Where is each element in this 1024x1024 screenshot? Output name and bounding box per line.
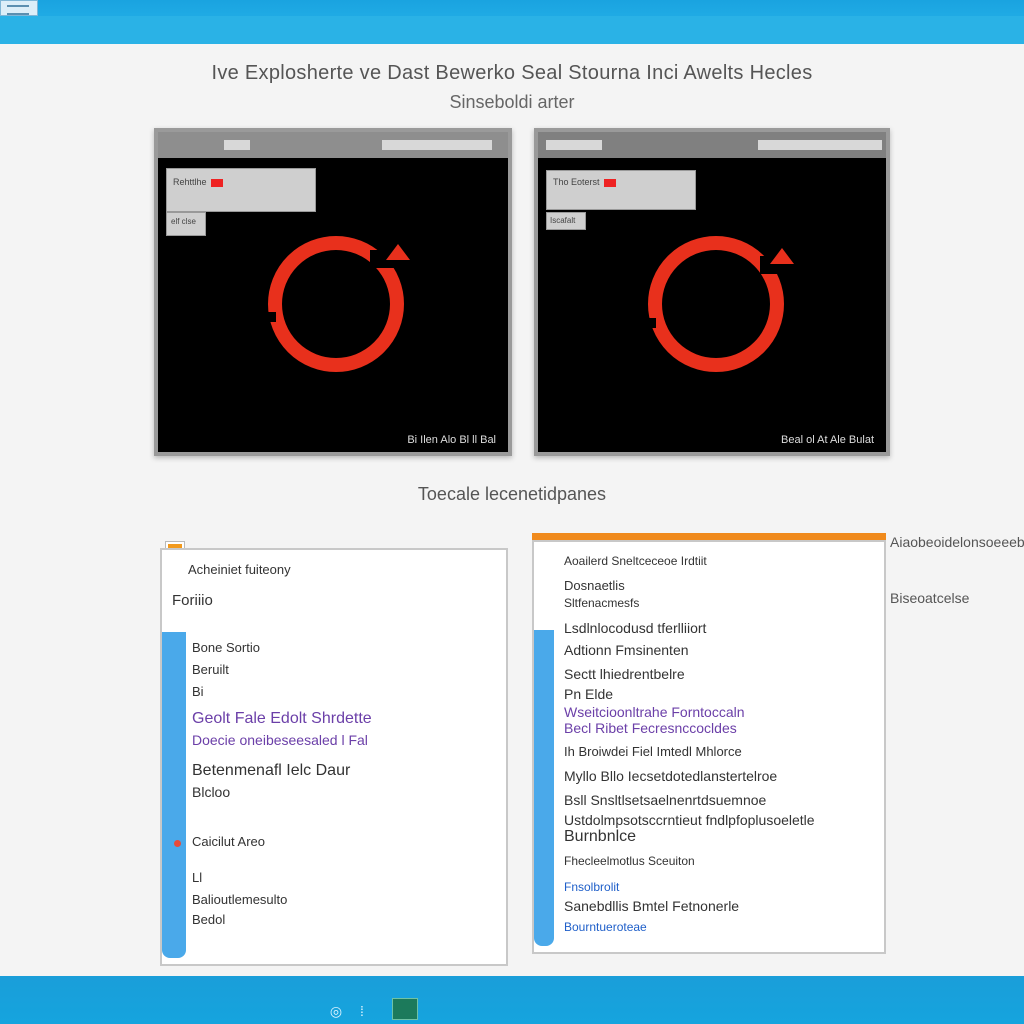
record-icon [210,178,223,187]
list-item[interactable]: Foriiio [172,592,213,609]
list-item[interactable]: Blcloo [192,784,230,800]
list-item-highlight[interactable]: Wseitcioonltrahe Forntoccaln [564,704,745,720]
list-item[interactable]: Myllo Bllo Iecsetdotedlanstertelroe [564,768,777,784]
preview-status: Beal ol At Ale Bulat [781,434,874,446]
list-item[interactable]: Beruilt [192,662,229,677]
arrow-head-icon [386,244,410,260]
list-item[interactable]: Sanebdllis Bmtel Fetnonerle [564,898,739,914]
list-item[interactable]: Ustdolmpsotsccrntieut fndlpfoplusoeletle [564,812,815,828]
list-item[interactable]: Pn Elde [564,686,613,702]
status-dot [174,840,181,847]
scrollbar[interactable] [534,630,554,946]
scrollbar[interactable] [162,632,186,958]
list-item[interactable]: Bsll Snsltlsetsaelnenrtdsuemnoe [564,792,766,808]
toolbar-field[interactable] [224,140,250,150]
layer-panel[interactable]: Rehttlhe [166,168,316,212]
list-item[interactable]: Betenmenafl Ielc Daur [192,762,350,780]
list-item[interactable]: Bone Sortio [192,640,260,655]
preview-status: Bi Ilen Alo Bl ll Bal [407,434,496,446]
page-title: Ive Explosherte ve Dast Bewerko Seal Sto… [211,62,813,84]
preview-toolbar [158,132,508,158]
section-heading: Toecale lecenetidpanes [417,484,607,504]
side-note: Biseoatcelse [890,590,970,606]
preview-window-left[interactable]: Rehttlhe elf clse Bi Ilen Alo Bl ll Bal [154,128,512,456]
app-menu-icon[interactable] [0,0,38,16]
app-root: Ive Explosherte ve Dast Bewerko Seal Sto… [0,0,1024,1024]
preview-toolbar [538,132,886,158]
page-subtitle: Sinseboldi arter [449,92,575,112]
list-item[interactable]: Fhecleelmotlus Sceuiton [564,854,695,868]
app-taskbar-icon[interactable] [392,998,418,1020]
list-item-highlight[interactable]: Bourntueroteae [564,920,647,934]
arrow-head-icon [770,248,794,264]
list-item[interactable]: Aoailerd Sneltceceoe Irdtiit [564,554,707,568]
preview-window-right[interactable]: Tho Eoterst Iscafalt Beal ol At Ale Bula… [534,128,890,456]
list-panel-left[interactable]: Acheiniet fuiteony Foriiio Bone Sortio B… [160,548,508,966]
list-item[interactable]: Dosnaetlis [564,578,625,593]
list-panel-right[interactable]: Aoailerd Sneltceceoe Irdtiit Dosnaetlis … [532,540,886,954]
list-item[interactable]: Ih Broiwdei Fiel Imtedl Mhlorce [564,744,742,759]
layer-panel-label: Rehttlhe [173,177,207,187]
list-item[interactable]: Sltfenacmesfs [564,596,639,610]
task-view-icon[interactable]: ⁞ [352,1002,372,1020]
list-item-highlight[interactable]: Becl Ribet Fecresnccocldes [564,720,737,736]
list-item[interactable]: Bi [192,684,204,699]
layer-subpanel: Iscafalt [546,212,586,230]
ring-gap [638,318,656,328]
search-icon[interactable]: ◎ [326,1002,346,1020]
list-item[interactable]: Caicilut Areo [192,834,265,849]
list-item[interactable]: Adtionn Fmsinenten [564,642,689,658]
list-item[interactable]: Lsdlnlocodusd tferlliiort [564,620,706,636]
list-item-highlight[interactable]: Doecie oneibeseesaled l Fal [192,732,368,748]
title-bar [0,0,1024,44]
layer-subpanel: elf clse [166,212,206,236]
title-bar-strip [0,16,1024,44]
list-item[interactable]: Balioutlemesulto [192,892,287,907]
list-item[interactable]: Burnbnlce [564,828,636,846]
layer-panel-label: Tho Eoterst [553,177,600,187]
toolbar-field[interactable] [546,140,602,150]
list-item[interactable]: Sectt lhiedrentbelre [564,666,685,682]
toolbar-field[interactable] [382,140,492,150]
list-item-highlight[interactable]: Geolt Fale Edolt Shrdette [192,710,372,728]
layer-panel[interactable]: Tho Eoterst [546,170,696,210]
side-note: Aiaobeoidelonsoeeebre [890,534,1024,550]
list-item[interactable]: Bedol [192,912,225,927]
list-item-highlight[interactable]: Fnsolbrolit [564,880,619,894]
taskbar: ◎ ⁞ [0,976,1024,1024]
list-item[interactable]: Ll [192,870,202,885]
toolbar-field[interactable] [758,140,882,150]
list-item[interactable]: Acheiniet fuiteony [188,562,291,577]
record-icon [603,178,616,187]
ring-gap [258,312,276,322]
